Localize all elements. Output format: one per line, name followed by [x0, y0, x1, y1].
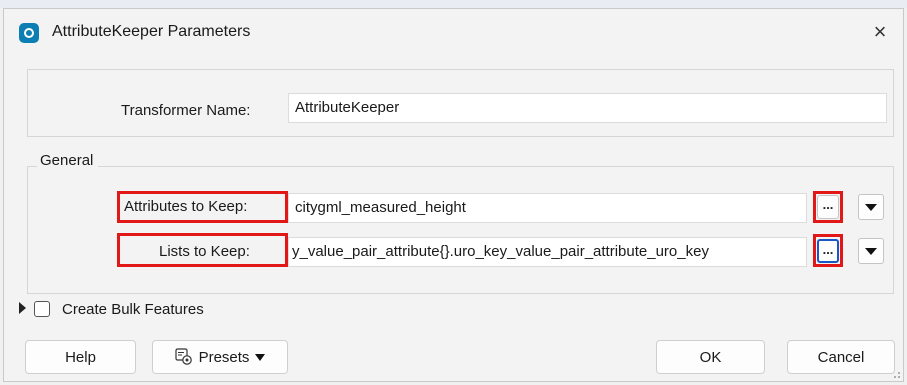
expand-bulk-triangle-right-icon[interactable]	[19, 302, 26, 314]
presets-gear-icon	[174, 348, 192, 365]
lists-to-keep-label: Lists to Keep:	[159, 243, 250, 260]
general-group-legend: General	[37, 152, 99, 169]
title-bar[interactable]: AttributeKeeper Parameters ×	[4, 9, 903, 55]
transformer-name-input[interactable]: AttributeKeeper	[288, 93, 887, 123]
cancel-button-label: Cancel	[817, 348, 865, 366]
attributekeeper-parameters-dialog: AttributeKeeper Parameters × Transformer…	[3, 8, 904, 382]
attributes-to-keep-input[interactable]: citygml_measured_height	[288, 193, 807, 223]
help-button[interactable]: Help	[25, 340, 136, 374]
lists-to-keep-input[interactable]: y_value_pair_attribute{}.uro_key_value_p…	[288, 237, 807, 267]
help-button-label: Help	[65, 348, 96, 366]
resize-grip-icon[interactable]	[891, 369, 901, 379]
cancel-button[interactable]: Cancel	[787, 340, 895, 374]
create-bulk-features-checkbox[interactable]	[34, 301, 50, 317]
dialog-title: AttributeKeeper Parameters	[52, 23, 251, 40]
attributes-dropdown-button[interactable]	[858, 194, 884, 220]
close-icon[interactable]: ×	[865, 17, 895, 47]
transformer-name-label: Transformer Name:	[121, 102, 251, 119]
triangle-down-icon	[865, 247, 877, 255]
general-group	[27, 166, 894, 294]
background-window-strip	[0, 0, 907, 8]
create-bulk-features-label: Create Bulk Features	[62, 301, 204, 318]
ok-button[interactable]: OK	[656, 340, 765, 374]
triangle-down-icon	[255, 353, 266, 361]
presets-button[interactable]: Presets	[152, 340, 288, 374]
ok-button-label: OK	[699, 348, 722, 366]
presets-button-label: Presets	[198, 348, 250, 366]
fme-app-icon	[19, 23, 39, 43]
lists-ellipsis-button[interactable]: ...	[817, 239, 839, 263]
attributes-ellipsis-button[interactable]: ...	[817, 195, 839, 219]
lists-dropdown-button[interactable]	[858, 238, 884, 264]
attributes-to-keep-label: Attributes to Keep:	[124, 198, 248, 215]
triangle-down-icon	[865, 203, 877, 211]
